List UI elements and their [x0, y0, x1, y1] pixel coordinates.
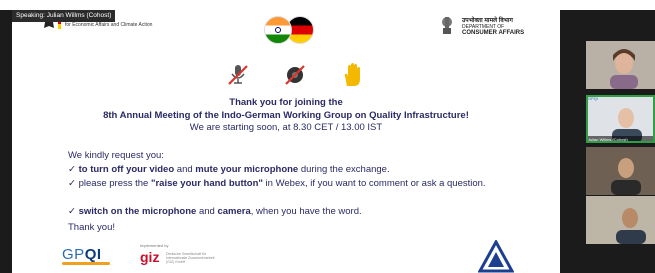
bullet-bold: camera	[217, 206, 251, 217]
participant-video-tile[interactable]	[586, 196, 655, 244]
active-speaker-banner: Speaking: Julian Willms (Cohost)	[12, 10, 116, 22]
ashoka-chakra-icon	[275, 27, 281, 33]
etiquette-icons	[225, 62, 365, 88]
national-emblem-icon	[442, 17, 452, 34]
check-icon: ✓	[68, 206, 79, 217]
start-time: We are starting soon, at 8.30 CET / 13.0…	[189, 122, 383, 133]
bullet-text: and	[196, 206, 218, 217]
participant-avatar-icon	[586, 196, 655, 244]
participant-video-tile[interactable]: GPQI Julian Willms (Cohost)	[586, 95, 655, 143]
bullet-text: and	[174, 164, 196, 175]
video-off-icon	[285, 65, 305, 85]
request-bullet-video-mic: ✓ to turn off your video and mute your m…	[68, 164, 538, 175]
dca-hindi-name: उपभोक्ता मामले विभाग	[462, 18, 513, 24]
bullet-bold: switch on the microphone	[78, 206, 197, 217]
microphone-off-icon	[228, 65, 248, 85]
bullet-text: please press the	[78, 178, 151, 189]
participant-avatar-icon	[586, 147, 655, 195]
active-speaker-border	[586, 95, 655, 143]
country-flags	[264, 16, 316, 44]
meeting-title: 8th Annual Meeting of the Indo-German Wo…	[103, 110, 469, 121]
participant-video-tile[interactable]	[586, 147, 655, 195]
giz-logo: giz	[140, 249, 160, 265]
shared-presentation-slide	[12, 10, 560, 273]
bis-logo-icon	[478, 240, 514, 273]
request-bullet-raise-hand: ✓ please press the "raise your hand butt…	[68, 178, 538, 189]
bullet-text: during the exchange.	[298, 164, 390, 175]
request-intro: We kindly request you:	[68, 150, 164, 161]
gpqi-logo-arc	[62, 262, 110, 265]
gpqi-logo-qi: QI	[84, 246, 102, 263]
welcome-line: Thank you for joining the	[229, 97, 343, 108]
bmwi-logo-text: for Economic Affairs and Climate Action	[65, 22, 153, 28]
closing-text: Thank you!	[68, 222, 115, 233]
raise-hand-icon	[344, 63, 360, 86]
giz-description: Deutsche Gesellschaft für Internationale…	[166, 252, 215, 264]
bullet-text: , when you have the word.	[250, 206, 362, 217]
bullet-text: in Webex, if you want to comment or ask …	[262, 178, 486, 189]
bullet-bold: "raise your hand button"	[150, 178, 263, 189]
giz-implemented-by: Implemented by	[140, 243, 169, 248]
india-flag-icon	[264, 16, 292, 44]
bullet-bold: to turn off your video	[78, 164, 175, 175]
window-top-edge	[0, 0, 655, 10]
request-bullet-camera: ✓ switch on the microphone and camera, w…	[68, 206, 538, 217]
check-icon: ✓	[68, 164, 79, 175]
dca-name: CONSUMER AFFAIRS	[462, 30, 525, 36]
bullet-bold: mute your microphone	[195, 164, 299, 175]
gpqi-logo: GPQI	[62, 246, 110, 265]
consumer-affairs-logo: उपभोक्ता मामले विभाग DEPARTMENT OF CONSU…	[440, 14, 550, 44]
check-icon: ✓	[68, 178, 79, 189]
gpqi-logo-gp: GP	[62, 246, 85, 263]
participant-video-tile[interactable]	[586, 41, 655, 89]
participant-avatar-icon	[586, 41, 655, 89]
